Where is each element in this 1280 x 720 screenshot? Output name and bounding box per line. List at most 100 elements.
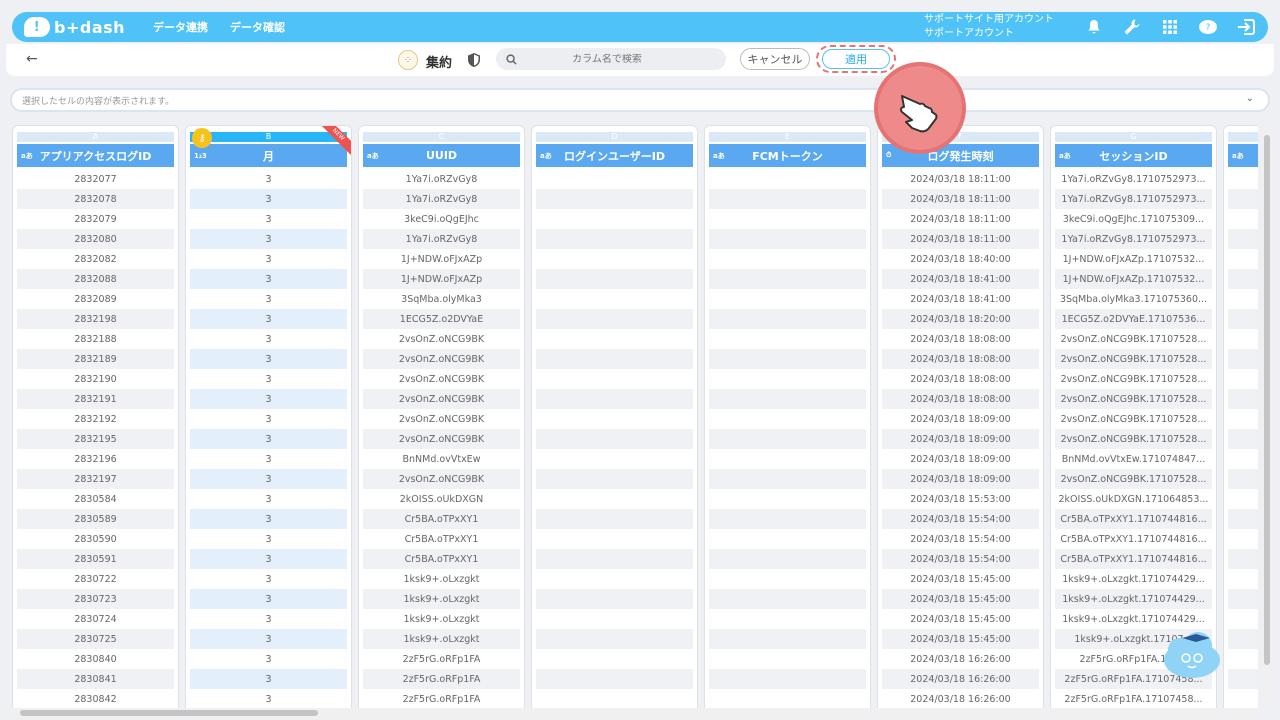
table-cell[interactable]: BnNMd.ovVtxEw.171074847... — [1055, 449, 1212, 469]
table-cell[interactable] — [1228, 629, 1258, 649]
table-cell[interactable] — [709, 549, 866, 569]
table-cell[interactable]: 2024/03/18 18:08:00 — [882, 349, 1039, 369]
apply-button[interactable]: 適用 — [822, 49, 890, 69]
table-cell[interactable]: 2024/03/18 15:45:00 — [882, 609, 1039, 629]
table-cell[interactable]: 2024/03/18 18:08:00 — [882, 389, 1039, 409]
table-cell[interactable]: 2024/03/18 18:09:00 — [882, 429, 1039, 449]
table-cell[interactable] — [536, 289, 693, 309]
table-cell[interactable] — [1228, 589, 1258, 609]
table-cell[interactable] — [709, 189, 866, 209]
column-letter[interactable] — [1228, 132, 1258, 142]
table-cell[interactable]: 1ksk9+.oLxzgkt.171074429... — [1055, 569, 1212, 589]
table-cell[interactable]: 2832190 — [17, 369, 174, 389]
table-cell[interactable]: 2vsOnZ.oNCG9BK.17107528... — [1055, 389, 1212, 409]
table-cell[interactable] — [1228, 509, 1258, 529]
table-cell[interactable]: 1J+NDW.oFJxAZp.17107532... — [1055, 249, 1212, 269]
table-cell[interactable]: 2024/03/18 16:26:00 — [882, 669, 1039, 689]
table-cell[interactable] — [536, 349, 693, 369]
table-cell[interactable] — [536, 509, 693, 529]
table-cell[interactable]: 2832077 — [17, 169, 174, 189]
table-cell[interactable]: 2830591 — [17, 549, 174, 569]
table-cell[interactable]: 1Ya7i.oRZvGy8 — [363, 189, 520, 209]
table-cell[interactable]: 2024/03/18 18:09:00 — [882, 469, 1039, 489]
table-cell[interactable] — [709, 309, 866, 329]
table-cell[interactable] — [536, 589, 693, 609]
table-cell[interactable]: 3 — [190, 189, 347, 209]
table-cell[interactable]: 1ksk9+.oLxzgkt — [363, 609, 520, 629]
table-cell[interactable]: 1ksk9+.oLxzgkt.171074429... — [1055, 609, 1212, 629]
table-cell[interactable]: 2vsOnZ.oNCG9BK.17107528... — [1055, 369, 1212, 389]
table-cell[interactable] — [536, 609, 693, 629]
table-cell[interactable] — [1228, 369, 1258, 389]
table-cell[interactable]: 2024/03/18 16:26:00 — [882, 649, 1039, 669]
chevron-down-icon[interactable]: ⌄ — [1246, 93, 1254, 104]
table-cell[interactable] — [536, 429, 693, 449]
table-cell[interactable]: 3 — [190, 689, 347, 708]
table-cell[interactable] — [709, 429, 866, 449]
table-cell[interactable]: 2vsOnZ.oNCG9BK — [363, 329, 520, 349]
table-cell[interactable] — [1228, 389, 1258, 409]
table-cell[interactable] — [1228, 409, 1258, 429]
table-cell[interactable]: 3keC9i.oQgEJhc — [363, 209, 520, 229]
table-cell[interactable] — [709, 449, 866, 469]
wrench-icon[interactable] — [1122, 17, 1142, 37]
table-cell[interactable]: 2832189 — [17, 349, 174, 369]
table-cell[interactable]: 2830589 — [17, 509, 174, 529]
table-cell[interactable]: 2vsOnZ.oNCG9BK.17107528... — [1055, 349, 1212, 369]
table-cell[interactable]: Cr5BA.oTPxXY1 — [363, 529, 520, 549]
table-cell[interactable]: 3keC9i.oQgEJhc.171075309... — [1055, 209, 1212, 229]
horizontal-scrollbar[interactable] — [12, 708, 1258, 718]
cancel-button[interactable]: キャンセル — [740, 48, 810, 70]
table-cell[interactable]: 2832082 — [17, 249, 174, 269]
vertical-scrollbar[interactable] — [1262, 125, 1272, 707]
table-cell[interactable]: 2vsOnZ.oNCG9BK.17107528... — [1055, 329, 1212, 349]
table-cell[interactable] — [709, 209, 866, 229]
table-cell[interactable]: 2vsOnZ.oNCG9BK.17107528... — [1055, 409, 1212, 429]
search-input[interactable] — [517, 53, 697, 65]
table-cell[interactable] — [709, 569, 866, 589]
table-cell[interactable] — [709, 689, 866, 708]
table-cell[interactable] — [1228, 469, 1258, 489]
table-cell[interactable]: 3 — [190, 269, 347, 289]
table-cell[interactable]: 1Ya7i.oRZvGy8.1710752973... — [1055, 229, 1212, 249]
table-cell[interactable]: 2zF5rG.oRFp1FA — [363, 649, 520, 669]
table-cell[interactable]: 2zF5rG.oRFp1FA — [363, 669, 520, 689]
table-cell[interactable]: 2kOISS.oUkDXGN.171064853... — [1055, 489, 1212, 509]
table-cell[interactable]: 1Ya7i.oRZvGy8.1710752973... — [1055, 169, 1212, 189]
table-cell[interactable] — [536, 169, 693, 189]
table-cell[interactable] — [1228, 529, 1258, 549]
table-cell[interactable]: 2024/03/18 18:09:00 — [882, 409, 1039, 429]
table-cell[interactable]: 3 — [190, 429, 347, 449]
table-cell[interactable] — [1228, 169, 1258, 189]
table-cell[interactable]: 2830842 — [17, 689, 174, 708]
table-cell[interactable]: 3 — [190, 309, 347, 329]
table-cell[interactable]: 2832192 — [17, 409, 174, 429]
table-cell[interactable]: 3 — [190, 529, 347, 549]
table-cell[interactable] — [709, 629, 866, 649]
column-header[interactable]: aあ セッションID — [1055, 144, 1212, 167]
table-cell[interactable]: 2024/03/18 18:11:00 — [882, 229, 1039, 249]
table-cell[interactable] — [536, 229, 693, 249]
table-cell[interactable]: 3 — [190, 289, 347, 309]
table-cell[interactable]: 2vsOnZ.oNCG9BK.17107528... — [1055, 429, 1212, 449]
table-cell[interactable] — [536, 649, 693, 669]
table-cell[interactable]: 2024/03/18 15:45:00 — [882, 569, 1039, 589]
table-cell[interactable]: 2kOISS.oUkDXGN — [363, 489, 520, 509]
table-cell[interactable]: 2024/03/18 18:08:00 — [882, 369, 1039, 389]
table-cell[interactable] — [709, 249, 866, 269]
table-cell[interactable]: 3 — [190, 549, 347, 569]
table-cell[interactable] — [1228, 349, 1258, 369]
table-cell[interactable]: BnNMd.ovVtxEw — [363, 449, 520, 469]
column-header[interactable]: aあ アプリアクセスログID — [17, 144, 174, 167]
table-cell[interactable] — [536, 309, 693, 329]
table-cell[interactable]: 3SqMba.olyMka3.171075360... — [1055, 289, 1212, 309]
table-cell[interactable] — [1228, 189, 1258, 209]
table-cell[interactable]: 2024/03/18 15:54:00 — [882, 529, 1039, 549]
table-cell[interactable]: 3 — [190, 169, 347, 189]
table-cell[interactable] — [536, 329, 693, 349]
table-cell[interactable] — [709, 469, 866, 489]
column-header[interactable]: 1₂3 月 — [190, 144, 347, 167]
table-cell[interactable]: 1ECG5Z.o2DVYaE.17107536... — [1055, 309, 1212, 329]
table-cell[interactable]: Cr5BA.oTPxXY1.1710744816... — [1055, 549, 1212, 569]
table-cell[interactable] — [1228, 309, 1258, 329]
